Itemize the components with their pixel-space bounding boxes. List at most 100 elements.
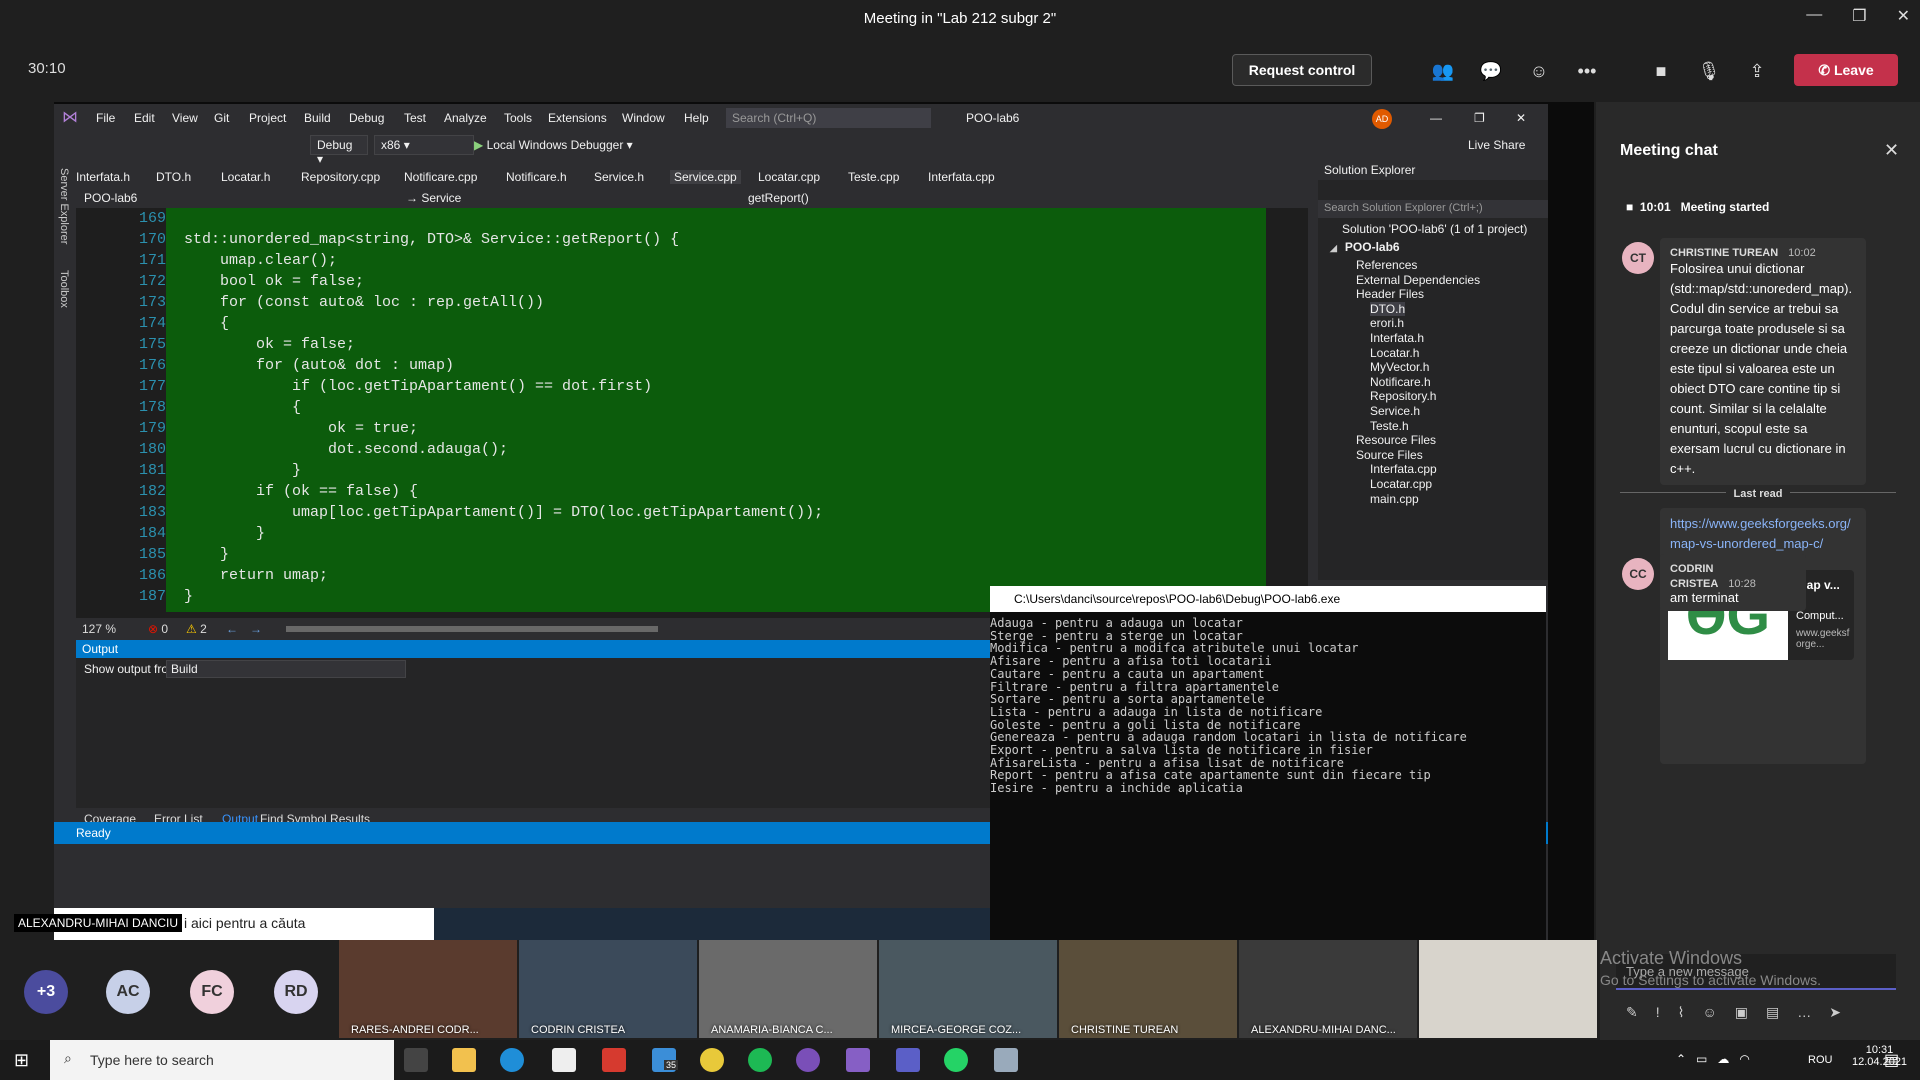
warning-count[interactable]: ⚠ 2 (186, 622, 207, 636)
zoom-level[interactable]: 127 % (82, 622, 116, 636)
teams-icon[interactable] (896, 1048, 920, 1072)
tree-item[interactable]: DTO.h (1370, 301, 1406, 316)
send-icon[interactable]: ➤ (1829, 1004, 1859, 1020)
menu-analyze[interactable]: Analyze (444, 111, 487, 125)
request-control-button[interactable]: Request control (1232, 54, 1372, 86)
code-line[interactable]: bool ok = false; (184, 273, 364, 290)
participants-icon[interactable]: 👥 (1430, 58, 1456, 84)
code-line[interactable]: umap[loc.getTipApartament()] = DTO(loc.g… (184, 504, 823, 521)
start-debugger-button[interactable]: ▶ Local Windows Debugger ▾ (474, 138, 633, 152)
edge-icon[interactable] (500, 1048, 524, 1072)
participant-video-tile[interactable]: ANAMARIA-BIANCA C... (699, 940, 877, 1038)
tab-repository-cpp[interactable]: Repository.cpp (301, 170, 380, 184)
navigate-forward-icon[interactable]: → (250, 622, 262, 636)
more-participants-badge[interactable]: +3 (24, 970, 68, 1014)
tree-item[interactable]: References (1356, 258, 1417, 272)
toolbox-tab[interactable]: Toolbox (58, 270, 70, 308)
menu-extensions[interactable]: Extensions (548, 111, 607, 125)
more-icon[interactable]: … (1797, 1004, 1829, 1020)
file-explorer-icon[interactable] (452, 1048, 476, 1072)
error-count[interactable]: ⊗ 0 (148, 622, 168, 636)
code-line[interactable]: umap.clear(); (184, 252, 337, 269)
tree-item[interactable]: External Dependencies (1356, 273, 1480, 287)
taskbar-search-input[interactable]: ⌕ Type here to search (50, 1040, 394, 1080)
important-icon[interactable]: ! (1656, 1004, 1678, 1020)
navigate-back-icon[interactable]: ← (226, 622, 238, 636)
tree-item[interactable]: Locatar.cpp (1370, 477, 1432, 491)
sticker-icon[interactable]: ▤ (1766, 1004, 1797, 1020)
menu-project[interactable]: Project (249, 111, 286, 125)
chrome-icon[interactable] (700, 1048, 724, 1072)
participant-video-tile[interactable]: MIRCEA-GEORGE COZ... (879, 940, 1057, 1038)
participant-video-tile[interactable]: ALEXANDRU-MIHAI DANC... (1239, 940, 1417, 1038)
code-line[interactable]: if (loc.getTipApartament() == dot.first) (184, 378, 652, 395)
input-language[interactable]: ROU (1808, 1054, 1832, 1066)
tab-interfata-h[interactable]: Interfata.h (76, 170, 130, 184)
vs-close-icon[interactable]: ✕ (1516, 111, 1526, 125)
tree-item[interactable]: Locatar.h (1370, 346, 1419, 360)
camera-icon[interactable]: ■ (1648, 58, 1674, 84)
mail-icon[interactable]: 35 (652, 1048, 679, 1072)
code-line[interactable]: ok = false; (184, 336, 355, 353)
message-link[interactable]: https://www.geeksforgeeks.org/map-vs-uno… (1670, 514, 1856, 554)
tab-notificare-cpp[interactable]: Notificare.cpp (404, 170, 477, 184)
tree-item[interactable]: Interfata.cpp (1370, 462, 1437, 476)
format-icon[interactable]: ✎ (1626, 1004, 1656, 1020)
solution-search-input[interactable]: Search Solution Explorer (Ctrl+;) (1318, 200, 1548, 218)
participant-video-tile[interactable] (1419, 940, 1597, 1038)
chat-icon[interactable]: 💬 (1478, 58, 1504, 84)
menu-file[interactable]: File (96, 111, 115, 125)
menu-test[interactable]: Test (404, 111, 426, 125)
vs-user-avatar[interactable]: AD (1372, 109, 1392, 129)
nav-member-select[interactable]: getReport() (748, 191, 809, 205)
maximize-icon[interactable]: ❐ (1852, 6, 1866, 26)
menu-build[interactable]: Build (304, 111, 331, 125)
participant-video-tile[interactable]: RARES-ANDREI CODR... (339, 940, 517, 1038)
menu-debug[interactable]: Debug (349, 111, 384, 125)
nav-project-select[interactable]: POO-lab6 (84, 191, 137, 205)
config-select[interactable]: Debug ▾ (310, 135, 368, 166)
code-line[interactable]: } (184, 546, 229, 563)
code-line[interactable]: for (auto& dot : umap) (184, 357, 454, 374)
menu-edit[interactable]: Edit (134, 111, 155, 125)
menu-view[interactable]: View (172, 111, 198, 125)
reactions-icon[interactable]: ☺ (1526, 58, 1552, 84)
share-screen-icon[interactable]: ⇪ (1744, 58, 1770, 84)
tree-solution[interactable]: Solution 'POO-lab6' (1 of 1 project) (1342, 222, 1527, 236)
code-line[interactable]: for (const auto& loc : rep.getAll()) (184, 294, 544, 311)
task-view-icon[interactable] (404, 1048, 428, 1072)
notifications-icon[interactable]: ▤ (1884, 1050, 1899, 1070)
code-editor[interactable]: 169 170 std::unordered_map<string, DTO>& S… (76, 208, 1308, 618)
close-chat-icon[interactable]: ✕ (1884, 140, 1899, 161)
tree-item[interactable]: Service.h (1370, 404, 1420, 418)
tab-notificare-h[interactable]: Notificare.h (506, 170, 567, 184)
system-tray-icons[interactable]: ⌃▭☁◠ (1676, 1052, 1760, 1066)
nav-scope-select[interactable]: → Service (406, 191, 461, 205)
code-line[interactable]: } (184, 588, 193, 605)
tree-item[interactable]: main.cpp (1370, 492, 1419, 506)
participant-video-tile[interactable]: CHRISTINE TUREAN (1059, 940, 1237, 1038)
minimize-icon[interactable]: — (1806, 6, 1822, 26)
code-line[interactable]: std::unordered_map<string, DTO>& Service… (184, 231, 679, 248)
console-window[interactable]: C:\Users\danci\source\repos\POO-lab6\Deb… (990, 586, 1546, 940)
spotify-icon[interactable] (748, 1048, 772, 1072)
code-line[interactable]: { (184, 399, 301, 416)
emoji-icon[interactable]: ☺ (1702, 1004, 1734, 1020)
output-source-select[interactable]: Build (166, 660, 406, 678)
tab-locatar-cpp[interactable]: Locatar.cpp (758, 170, 820, 184)
attach-icon[interactable]: ⌇ (1678, 1004, 1703, 1020)
tab-interfata-cpp[interactable]: Interfata.cpp (928, 170, 995, 184)
menu-help[interactable]: Help (684, 111, 709, 125)
whatsapp-icon[interactable] (944, 1048, 968, 1072)
gif-icon[interactable]: ▣ (1735, 1004, 1766, 1020)
menu-window[interactable]: Window (622, 111, 665, 125)
code-line[interactable]: if (ok == false) { (184, 483, 418, 500)
vs-minimize-icon[interactable]: — (1430, 111, 1442, 125)
tree-item[interactable]: Resource Files (1356, 433, 1436, 447)
windows-start-icon[interactable]: ⊞ (14, 1050, 29, 1071)
tree-item[interactable]: Header Files (1356, 287, 1424, 301)
server-explorer-tab[interactable]: Server Explorer (58, 168, 70, 244)
more-options-icon[interactable]: ••• (1574, 58, 1600, 84)
tree-item[interactable]: Notificare.h (1370, 375, 1431, 389)
participant-avatar[interactable]: AC (106, 970, 150, 1014)
